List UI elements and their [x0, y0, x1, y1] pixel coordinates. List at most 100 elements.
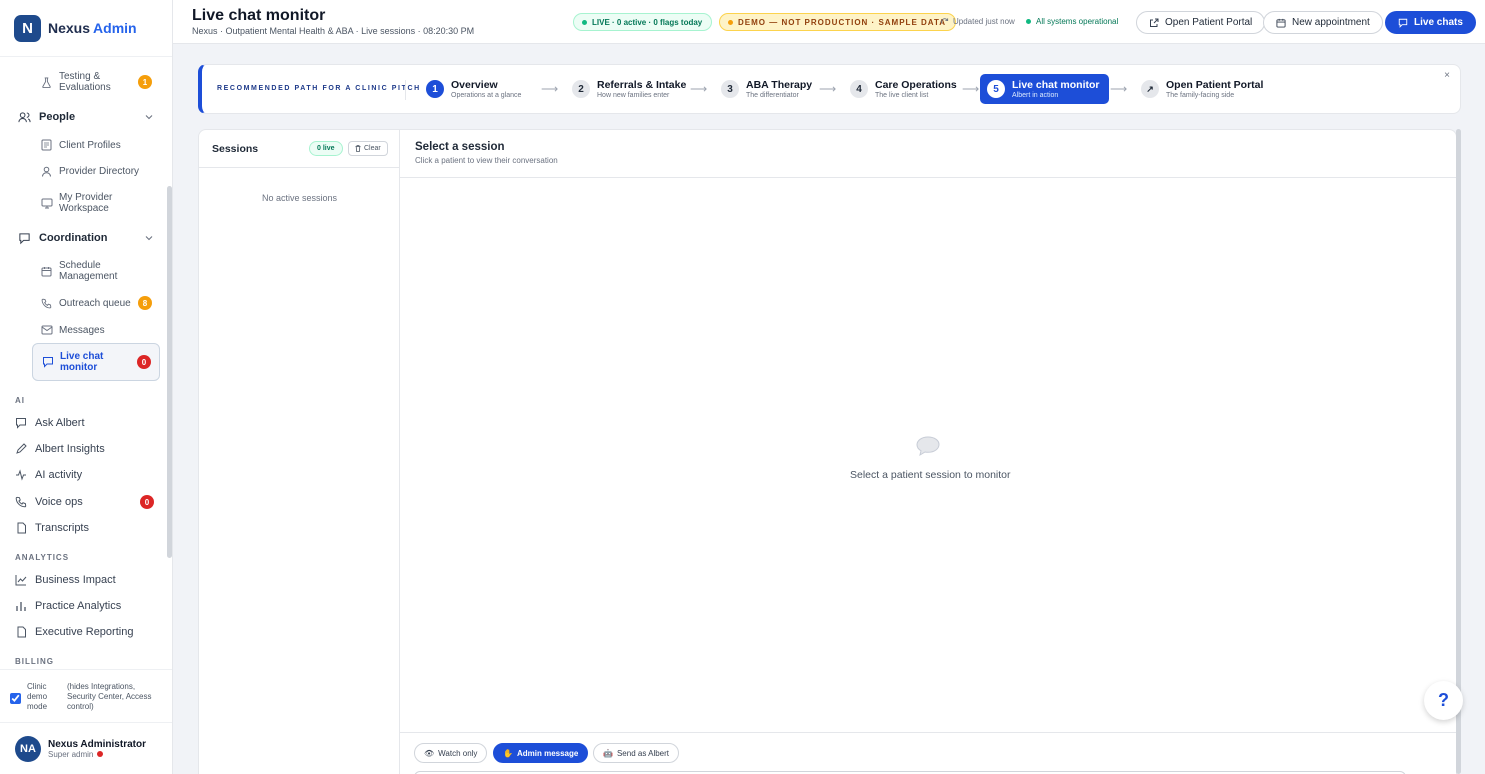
step-number: 5	[987, 80, 1005, 98]
sidebar-item-albert-insights[interactable]: Albert Insights	[14, 442, 158, 456]
sidebar-item-label: Practice Analytics	[35, 600, 122, 612]
live-status-badge: LIVE · 0 active · 0 flags today	[573, 13, 713, 31]
help-button[interactable]: ?	[1424, 681, 1463, 720]
step-subtitle: How new families enter	[597, 91, 670, 99]
sessions-header: Sessions 0 live Clear	[199, 130, 399, 168]
sidebar-group-label: Coordination	[39, 232, 108, 244]
live-chats-button[interactable]: Live chats	[1385, 11, 1476, 34]
sidebar-item-executive-reporting[interactable]: Executive Reporting	[14, 625, 158, 639]
clear-button[interactable]: Clear	[348, 141, 388, 156]
section-label-billing: BILLING	[15, 657, 54, 666]
phone-icon	[40, 297, 53, 310]
step-number: 2	[572, 80, 590, 98]
sidebar: N Nexus Admin Testing & Evaluations 1 Peo…	[0, 0, 173, 774]
conversation-subtitle: Click a patient to view their conversati…	[415, 156, 558, 165]
sidebar-item-label: AI activity	[35, 469, 83, 481]
sidebar-item-voice-ops[interactable]: Voice ops 0	[14, 495, 158, 509]
pitch-step-care-ops[interactable]: 4 Care Operations The live client list	[843, 74, 966, 104]
step-number: 4	[850, 80, 868, 98]
line-chart-icon	[14, 573, 28, 587]
step-title: ABA Therapy	[746, 78, 813, 91]
close-icon[interactable]: ×	[1444, 70, 1450, 81]
pitch-step-live-chat[interactable]: 5 Live chat monitor Albert in action	[980, 74, 1109, 104]
chat-bubble-icon	[1398, 18, 1408, 28]
people-icon	[17, 110, 31, 124]
user-role: Super admin	[48, 750, 146, 759]
sidebar-item-ask-albert[interactable]: Ask Albert	[14, 416, 158, 430]
step-subtitle: Albert in action	[1012, 91, 1059, 99]
sidebar-item-provider-workspace[interactable]: My Provider Workspace	[32, 190, 160, 216]
mail-icon	[40, 324, 53, 337]
sidebar-item-label: Schedule Management	[59, 260, 118, 282]
new-appointment-button[interactable]: New appointment	[1263, 11, 1383, 34]
person-icon	[40, 165, 53, 178]
system-status: All systems operational	[1026, 17, 1118, 26]
activity-icon	[14, 468, 28, 482]
sidebar-item-schedule[interactable]: Schedule Management	[32, 259, 160, 283]
watch-only-button[interactable]: 👁 Watch only	[414, 743, 488, 763]
monitor-icon	[40, 197, 53, 210]
open-patient-portal-button[interactable]: Open Patient Portal	[1136, 11, 1266, 34]
chat-square-icon	[17, 231, 31, 245]
sidebar-item-label: Outreach queue	[59, 297, 131, 309]
flask-icon	[40, 76, 53, 89]
page-title: Live chat monitor	[192, 7, 326, 24]
sidebar-item-label: Messages	[59, 324, 105, 336]
conversation-title: Select a session	[415, 141, 505, 153]
conversation-footer: 👁 Watch only ✋ Admin message 🤖 Send as Albe…	[400, 732, 1456, 774]
sidebar-item-messages[interactable]: Messages	[32, 323, 160, 337]
external-link-icon	[1150, 18, 1159, 27]
hand-icon: ✋	[503, 748, 513, 758]
admin-message-button[interactable]: ✋ Admin message	[493, 743, 589, 763]
robot-icon: 🤖	[603, 748, 613, 758]
sidebar-item-label: My Provider Workspace	[59, 192, 113, 214]
sessions-list: Sessions 0 live Clear No active sessions	[199, 130, 400, 774]
pitch-step-patient-portal[interactable]: ↗ Open Patient Portal The family-facing s…	[1134, 74, 1272, 104]
sidebar-item-label: Transcripts	[35, 522, 89, 534]
sidebar-item-outreach[interactable]: Outreach queue 8	[32, 296, 160, 310]
pitch-label: RECOMMENDED PATH FOR A CLINIC PITCH	[217, 85, 421, 92]
sidebar-item-testing[interactable]: Testing & Evaluations 1	[32, 70, 160, 94]
eye-icon: 👁	[424, 748, 435, 758]
conversation-header: Select a session Click a patient to view…	[400, 130, 1456, 178]
sidebar-item-practice-analytics[interactable]: Practice Analytics	[14, 599, 158, 613]
pitch-step-referrals[interactable]: 2 Referrals & Intake How new families ent…	[565, 74, 695, 104]
sidebar-item-label: Testing & Evaluations	[59, 71, 111, 93]
document-icon	[14, 521, 28, 535]
sidebar-group-label: People	[39, 111, 76, 123]
chevron-down-icon	[145, 236, 153, 241]
chevron-down-icon	[145, 115, 153, 120]
step-subtitle: The family-facing side	[1166, 91, 1235, 99]
sidebar-item-ai-activity[interactable]: AI activity	[14, 468, 158, 482]
sidebar-item-label: Ask Albert	[35, 417, 85, 429]
step-number: 3	[721, 80, 739, 98]
document-icon	[14, 625, 28, 639]
brand-logo: N	[14, 14, 41, 42]
sidebar-item-label: Provider Directory	[59, 165, 140, 177]
demo-mode-checkbox[interactable]	[10, 693, 21, 704]
step-title: Care Operations	[875, 78, 957, 91]
pitch-step-aba[interactable]: 3 ABA Therapy The differentiator	[714, 74, 821, 104]
arrow-icon: ⟶	[962, 82, 980, 96]
top-bar: Live chat monitor Nexus · Outpatient Men…	[173, 0, 1485, 44]
sidebar-group-coordination[interactable]: Coordination	[10, 231, 158, 245]
page-scrollbar[interactable]	[1456, 129, 1461, 774]
sidebar-item-provider-directory[interactable]: Provider Directory	[32, 164, 160, 178]
chat-bubble-icon	[41, 356, 54, 369]
pen-icon	[14, 442, 28, 456]
sidebar-item-business-impact[interactable]: Business Impact	[14, 573, 158, 587]
avatar: NA	[15, 735, 41, 762]
demo-mode-toggle[interactable]: Clinic demo mode (hides Integrations, Se…	[10, 682, 165, 712]
count-badge: 1	[138, 75, 152, 89]
send-as-albert-button[interactable]: 🤖 Send as Albert	[593, 743, 680, 763]
sidebar-scrollbar[interactable]	[167, 186, 172, 558]
pitch-step-overview[interactable]: 1 Overview Operations at a glance	[419, 74, 530, 104]
chat-bubble-icon	[14, 416, 28, 430]
sidebar-group-people[interactable]: People	[10, 110, 158, 124]
calendar-icon	[1276, 18, 1286, 28]
user-profile[interactable]: NA Nexus Administrator Super admin	[0, 722, 172, 774]
brand[interactable]: N Nexus Admin	[0, 0, 172, 57]
sidebar-item-transcripts[interactable]: Transcripts	[14, 521, 158, 535]
sidebar-item-client-profiles[interactable]: Client Profiles	[32, 138, 160, 152]
sidebar-item-live-chat-monitor[interactable]: Live chat monitor 0	[32, 343, 160, 381]
